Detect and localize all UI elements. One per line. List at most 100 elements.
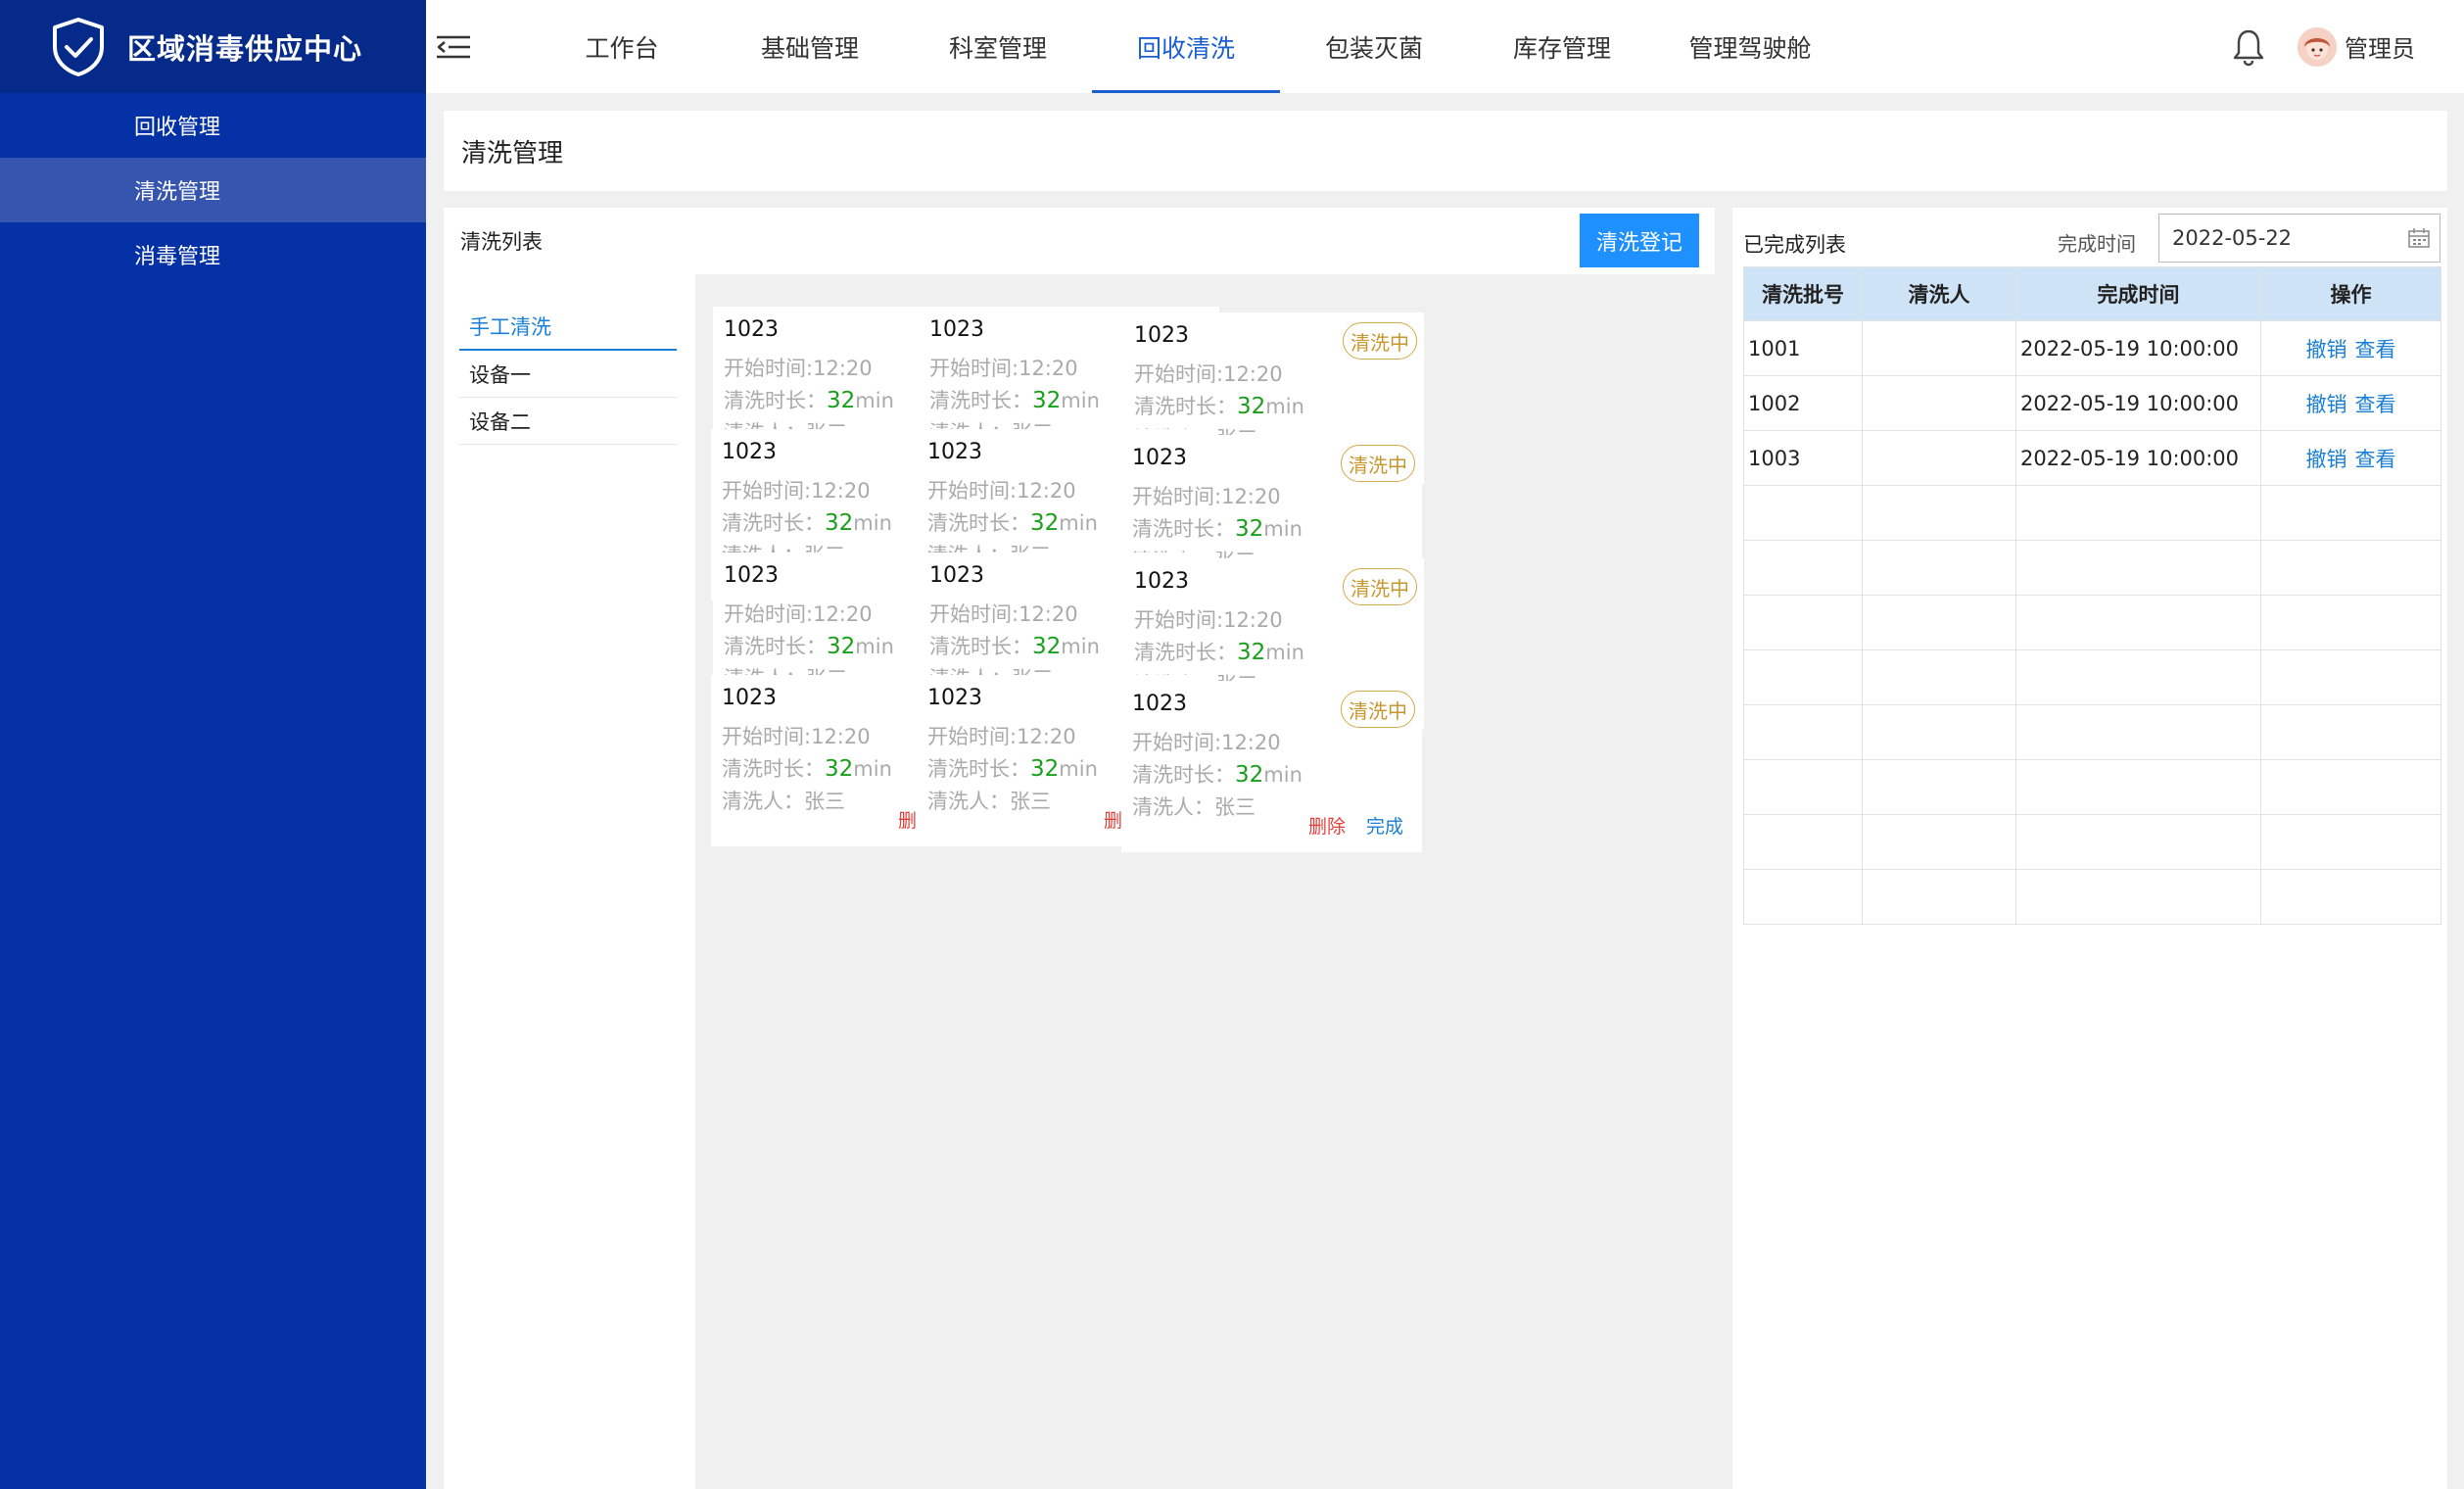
user-area: 管理员 bbox=[2231, 0, 2415, 93]
empty-table-row bbox=[1743, 704, 2441, 760]
card-start-time: 开始时间:12:20 bbox=[927, 721, 1076, 750]
card-duration-label: 清洗时长： bbox=[1132, 517, 1235, 541]
user-name[interactable]: 管理员 bbox=[2345, 29, 2415, 64]
card-start-label: 开始时间: bbox=[1132, 485, 1222, 508]
card-duration: 清洗时长：32min bbox=[1132, 759, 1303, 789]
empty-cell bbox=[2260, 869, 2441, 925]
card-duration: 清洗时长：32min bbox=[1134, 637, 1304, 666]
card-duration-unit: min bbox=[1263, 763, 1303, 787]
cell-time: 2022-05-19 10:00:00 bbox=[2015, 320, 2261, 376]
sidebar-item-wash[interactable]: 清洗管理 bbox=[0, 158, 426, 222]
card-start-value: 12:20 bbox=[1017, 479, 1076, 503]
status-badge: 清洗中 bbox=[1343, 568, 1417, 605]
sidebar-item-disinfect[interactable]: 消毒管理 bbox=[0, 222, 426, 287]
category-manual-wash[interactable]: 手工清洗 bbox=[459, 304, 677, 351]
category-device-one[interactable]: 设备一 bbox=[459, 351, 677, 398]
tab-department-management[interactable]: 科室管理 bbox=[904, 0, 1092, 93]
card-duration-unit: min bbox=[1059, 511, 1098, 535]
column-header-batch[interactable]: 清洗批号 bbox=[1743, 266, 1863, 321]
card-start-label: 开始时间: bbox=[722, 725, 812, 748]
card-start-value: 12:20 bbox=[1223, 608, 1283, 632]
card-start-value: 12:20 bbox=[811, 479, 871, 503]
wash-list-body: 手工清洗 设备一 设备二 1023清洗中开始时间:12:20清洗时长：32min… bbox=[444, 274, 1715, 1489]
completion-date-input[interactable]: 2022-05-22 bbox=[2158, 214, 2440, 263]
tab-recycle-wash[interactable]: 回收清洗 bbox=[1092, 0, 1280, 93]
calendar-icon[interactable] bbox=[2408, 228, 2430, 248]
empty-table-row bbox=[1743, 540, 2441, 596]
tab-basic-management[interactable]: 基础管理 bbox=[716, 0, 904, 93]
wash-register-button[interactable]: 清洗登记 bbox=[1580, 214, 1699, 267]
card-batch-id: 1023 bbox=[1134, 569, 1189, 594]
empty-table-row bbox=[1743, 595, 2441, 650]
bell-icon[interactable] bbox=[2231, 27, 2266, 67]
card-start-label: 开始时间: bbox=[1134, 608, 1224, 632]
column-header-person[interactable]: 清洗人 bbox=[1862, 266, 2016, 321]
card-batch-id: 1023 bbox=[1132, 692, 1187, 716]
view-link[interactable]: 查看 bbox=[2355, 448, 2396, 471]
card-duration-value: 32 bbox=[827, 388, 856, 413]
table-header-row: 清洗批号 清洗人 完成时间 操作 bbox=[1743, 266, 2441, 321]
tab-management-cockpit[interactable]: 管理驾驶舱 bbox=[1656, 0, 1844, 93]
card-start-label: 开始时间: bbox=[929, 357, 1019, 380]
table-row: 1001 2022-05-19 10:00:00 撤销 查看 bbox=[1743, 320, 2441, 376]
card-duration: 清洗时长：32min bbox=[927, 753, 1098, 783]
status-badge: 清洗中 bbox=[1343, 322, 1417, 360]
empty-table-row bbox=[1743, 869, 2441, 925]
card-batch-id: 1023 bbox=[722, 686, 777, 710]
view-link[interactable]: 查看 bbox=[2355, 393, 2396, 416]
revoke-link[interactable]: 撤销 bbox=[2306, 338, 2347, 361]
tab-inventory-management[interactable]: 库存管理 bbox=[1468, 0, 1656, 93]
card-start-value: 12:20 bbox=[1221, 485, 1281, 508]
empty-cell bbox=[2260, 485, 2441, 541]
card-batch-id: 1023 bbox=[724, 317, 779, 342]
cell-batch: 1003 bbox=[1743, 430, 1863, 486]
card-duration-unit: min bbox=[1061, 389, 1100, 412]
card-batch-id: 1023 bbox=[927, 440, 982, 464]
delete-button[interactable]: 删除 bbox=[1308, 812, 1346, 839]
menu-fold-icon[interactable] bbox=[434, 27, 473, 67]
empty-cell bbox=[1743, 704, 1863, 760]
empty-cell bbox=[2260, 814, 2441, 870]
card-start-time: 开始时间:12:20 bbox=[722, 721, 871, 750]
card-batch-id: 1023 bbox=[724, 563, 779, 588]
status-badge: 清洗中 bbox=[1341, 445, 1415, 482]
revoke-link[interactable]: 撤销 bbox=[2306, 393, 2347, 416]
card-duration: 清洗时长：32min bbox=[724, 385, 894, 414]
empty-cell bbox=[2015, 485, 2261, 541]
table-row: 1003 2022-05-19 10:00:00 撤销 查看 bbox=[1743, 430, 2441, 486]
empty-cell bbox=[2260, 704, 2441, 760]
page-title: 清洗管理 bbox=[461, 138, 564, 168]
card-duration-unit: min bbox=[1061, 635, 1100, 658]
revoke-link[interactable]: 撤销 bbox=[2306, 448, 2347, 471]
tab-packaging-sterilization[interactable]: 包装灭菌 bbox=[1280, 0, 1468, 93]
card-duration-value: 32 bbox=[827, 634, 856, 659]
avatar[interactable] bbox=[2298, 26, 2337, 67]
card-duration-unit: min bbox=[1265, 641, 1304, 664]
card-start-label: 开始时间: bbox=[722, 479, 812, 503]
empty-table-row bbox=[1743, 485, 2441, 541]
cell-time: 2022-05-19 10:00:00 bbox=[2015, 375, 2261, 431]
card-start-value: 12:20 bbox=[813, 602, 873, 626]
card-duration-label: 清洗时长： bbox=[1134, 641, 1237, 664]
card-duration: 清洗时长：32min bbox=[722, 753, 892, 783]
card-start-label: 开始时间: bbox=[927, 725, 1018, 748]
category-device-two[interactable]: 设备二 bbox=[459, 398, 677, 445]
card-person: 清洗人：张三 bbox=[927, 786, 1051, 815]
card-start-label: 开始时间: bbox=[927, 479, 1018, 503]
card-duration-label: 清洗时长： bbox=[929, 389, 1032, 412]
empty-table-row bbox=[1743, 814, 2441, 870]
empty-cell bbox=[2015, 540, 2261, 596]
table-row: 1002 2022-05-19 10:00:00 撤销 查看 bbox=[1743, 375, 2441, 431]
tab-workbench[interactable]: 工作台 bbox=[528, 0, 716, 93]
view-link[interactable]: 查看 bbox=[2355, 338, 2396, 361]
card-duration-value: 32 bbox=[1030, 756, 1060, 782]
complete-button[interactable]: 完成 bbox=[1366, 812, 1403, 839]
sidebar-item-recycle[interactable]: 回收管理 bbox=[0, 93, 426, 158]
wash-card[interactable]: 1023 清洗中开始时间:12:20 清洗时长：32min 清洗人：张三删除完成 bbox=[1121, 681, 1422, 852]
wash-list-title: 清洗列表 bbox=[460, 230, 543, 254]
completed-table: 清洗批号 清洗人 完成时间 操作 1001 2022-05-19 10:00:00… bbox=[1743, 266, 2441, 925]
card-grid: 1023清洗中开始时间:12:20清洗时长：32min清洗人：张三删除完成102… bbox=[695, 274, 1715, 1489]
card-duration: 清洗时长：32min bbox=[1134, 391, 1304, 420]
cell-actions: 撤销 查看 bbox=[2260, 320, 2441, 376]
column-header-time[interactable]: 完成时间 bbox=[2015, 266, 2261, 321]
